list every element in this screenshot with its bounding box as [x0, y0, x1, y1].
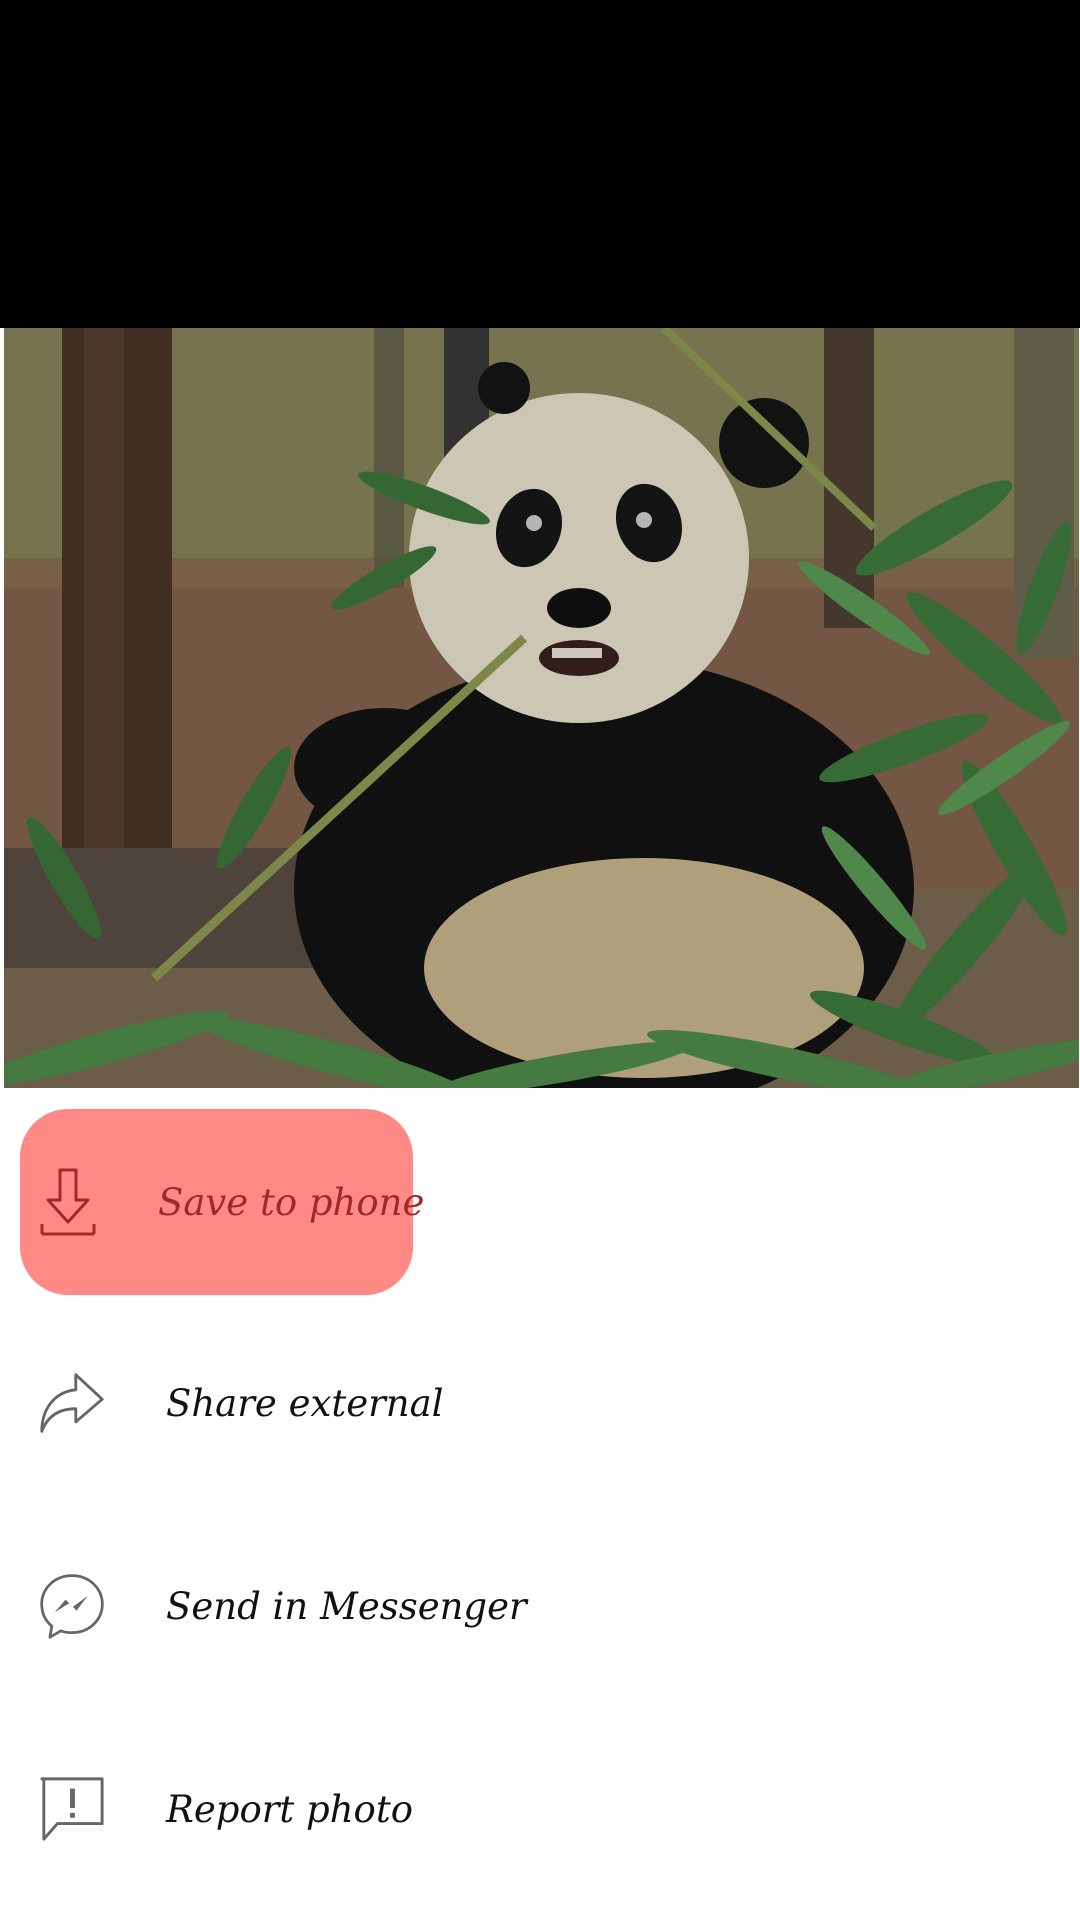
photo-actions-menu: Save to phone Share external Send in Mes… — [0, 1088, 1080, 1920]
save-to-phone-label: Save to phone — [158, 1180, 425, 1224]
report-photo-button[interactable]: Report photo — [20, 1716, 413, 1902]
share-external-button[interactable]: Share external — [20, 1310, 444, 1496]
share-arrow-icon — [38, 1363, 106, 1443]
messenger-icon — [38, 1566, 106, 1646]
save-to-phone-button[interactable]: Save to phone — [20, 1109, 424, 1295]
download-icon — [38, 1162, 98, 1242]
report-photo-label: Report photo — [166, 1787, 413, 1831]
send-in-messenger-button[interactable]: Send in Messenger — [20, 1513, 527, 1699]
photo-viewer-background — [0, 0, 1080, 328]
panda-photo[interactable] — [4, 328, 1079, 1088]
send-in-messenger-label: Send in Messenger — [166, 1584, 527, 1628]
share-external-label: Share external — [166, 1381, 444, 1425]
report-flag-icon — [38, 1769, 106, 1849]
